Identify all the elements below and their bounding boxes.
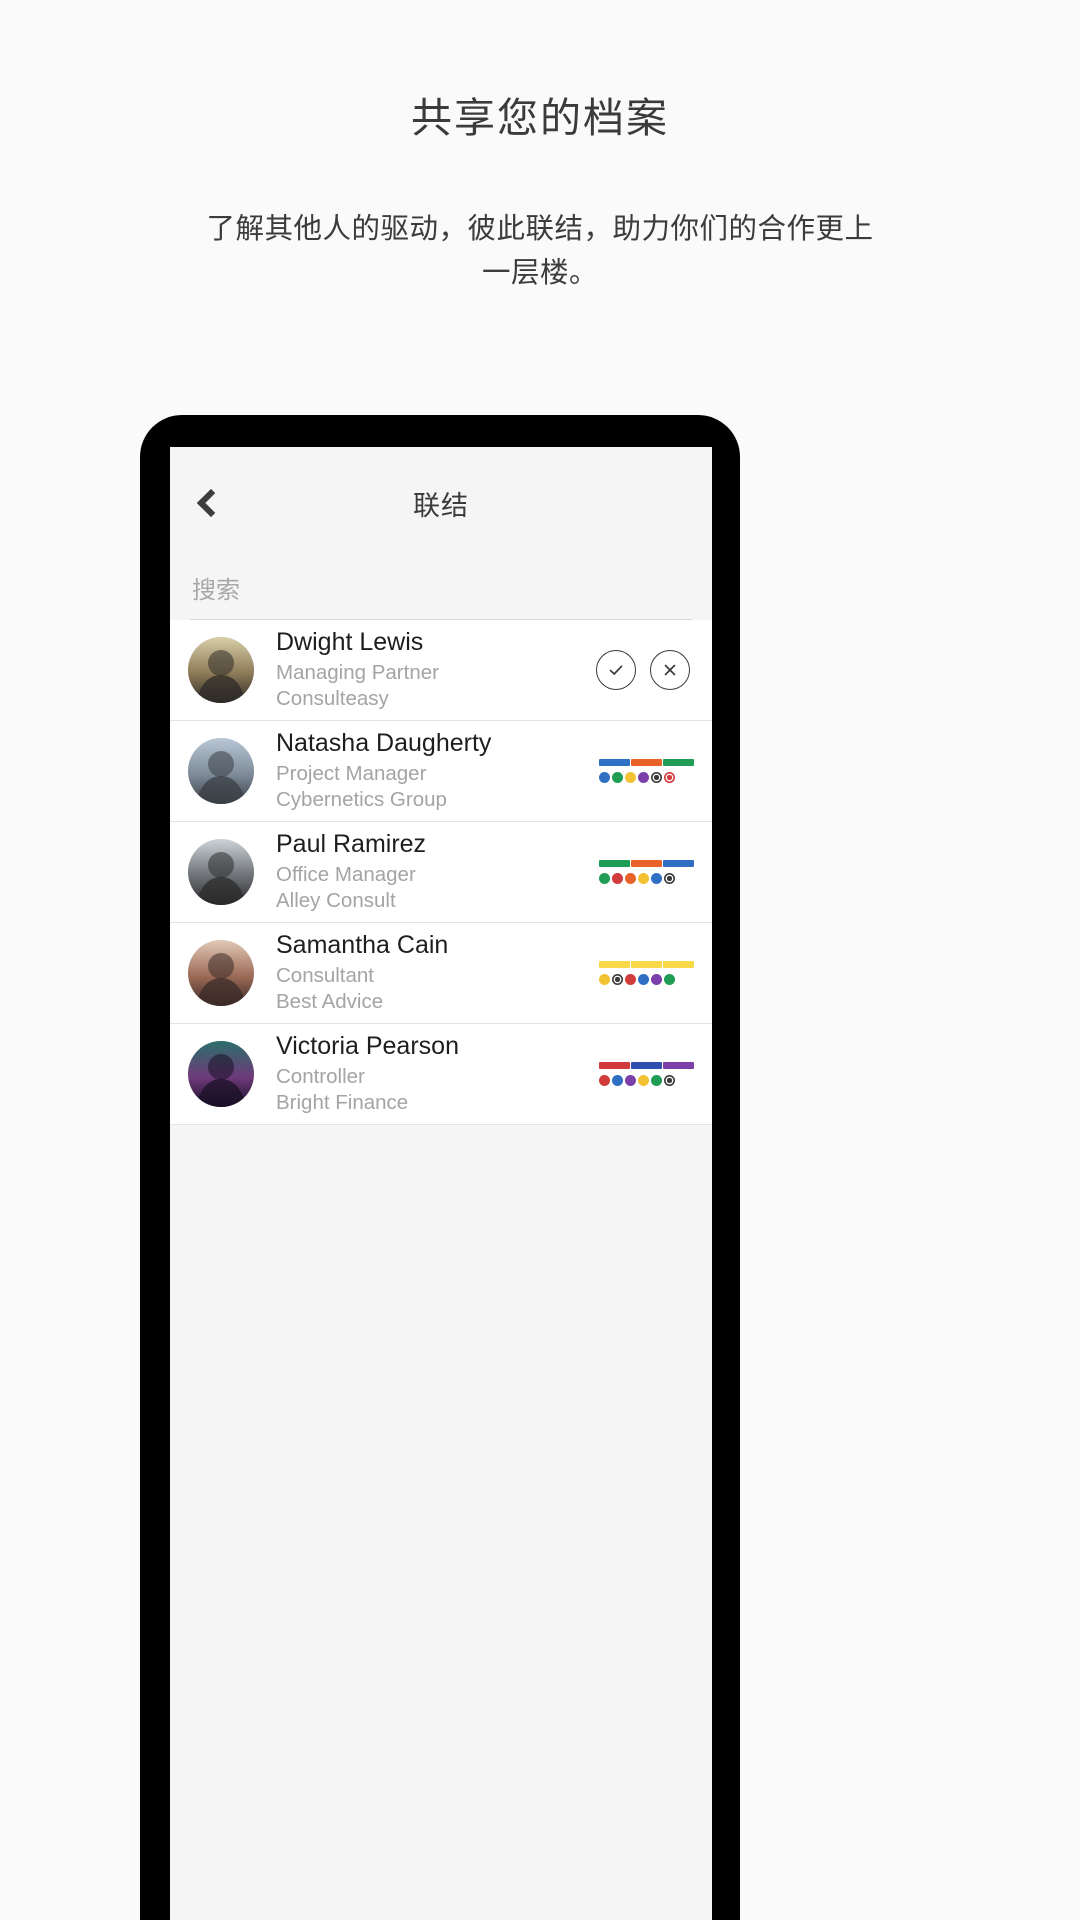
profile-dot: [664, 1075, 675, 1086]
list-empty-area: [170, 1125, 712, 1765]
profile-bars: [599, 1062, 695, 1069]
profile-dots: [599, 772, 694, 783]
profile-bar: [599, 860, 630, 867]
table-row[interactable]: Natasha Daugherty Project Manager Cybernet…: [170, 721, 712, 822]
profile-dot: [625, 772, 636, 783]
profile-bar: [631, 860, 662, 867]
profile-bar: [599, 961, 630, 968]
profile-dot: [651, 772, 662, 783]
avatar: [188, 940, 254, 1006]
profile-dot: [612, 1075, 623, 1086]
search-container: [170, 559, 712, 620]
promo-header: 共享您的档案 了解其他人的驱动，彼此联结，助力你们的合作更上一层楼。: [0, 0, 1080, 296]
avatar: [188, 637, 254, 703]
profile-dot: [599, 873, 610, 884]
contact-name: Natasha Daugherty: [276, 729, 492, 758]
contact-name: Victoria Pearson: [276, 1032, 459, 1061]
contact-info: Samantha Cain Consultant Best Advice: [254, 931, 599, 1015]
contact-info: Victoria Pearson Controller Bright Finance: [254, 1032, 599, 1116]
row-actions: [596, 650, 694, 690]
profile-dot: [638, 974, 649, 985]
contact-info: Natasha Daugherty Project Manager Cybernet…: [254, 729, 599, 813]
search-input[interactable]: [190, 573, 692, 620]
avatar: [188, 839, 254, 905]
contact-role: Office Manager: [276, 862, 416, 886]
table-row[interactable]: Samantha Cain Consultant Best Advice: [170, 923, 712, 1024]
profile-dot: [612, 974, 623, 985]
profile-bar: [631, 759, 662, 766]
profile-bars: [599, 759, 695, 766]
reject-button[interactable]: [650, 650, 690, 690]
contact-role: Controller: [276, 1064, 365, 1088]
page-title: 共享您的档案: [411, 95, 669, 141]
page-subtitle: 了解其他人的驱动，彼此联结，助力你们的合作更上一层楼。: [195, 207, 885, 295]
page-subtitle-line1: 了解其他人的驱动，彼此联结，助力你们的合作: [206, 213, 816, 246]
profile-dot: [638, 873, 649, 884]
profile-dot: [612, 772, 623, 783]
contact-name: Dwight Lewis: [276, 628, 424, 657]
profile-bar: [663, 860, 695, 867]
profile-dot: [664, 974, 675, 985]
phone-mockup: 联结 Dwight Lewis Managing Partner Consultea…: [140, 415, 740, 1920]
contact-name: Paul Ramirez: [276, 830, 427, 859]
chevron-left-icon: [196, 488, 226, 518]
profile-dot: [664, 772, 675, 783]
back-button[interactable]: [180, 475, 236, 531]
table-row[interactable]: Dwight Lewis Managing Partner Consulteasy: [170, 620, 712, 721]
contact-name: Samantha Cain: [276, 931, 449, 960]
profile-bars: [599, 860, 695, 867]
contact-company: Cybernetics Group: [276, 788, 447, 812]
avatar: [188, 738, 254, 804]
profile-dots: [599, 873, 694, 884]
profile-dot: [651, 1075, 662, 1086]
contact-role: Managing Partner: [276, 660, 439, 684]
profile-dot: [625, 1075, 636, 1086]
promo-page: 共享您的档案 了解其他人的驱动，彼此联结，助力你们的合作更上一层楼。 联结 Dw…: [0, 0, 1080, 1920]
check-icon: [609, 665, 623, 675]
profile-dot: [638, 1075, 649, 1086]
contact-role: Consultant: [276, 963, 375, 987]
profile-dot: [599, 1075, 610, 1086]
profile-dot: [651, 974, 662, 985]
profile-color-strip: [599, 1062, 695, 1086]
contact-company: Consulteasy: [276, 687, 389, 711]
profile-dot: [625, 974, 636, 985]
profile-dot: [599, 772, 610, 783]
avatar: [188, 1041, 254, 1107]
profile-bar: [663, 759, 695, 766]
profile-color-strip: [599, 961, 695, 985]
contact-company: Alley Consult: [276, 889, 396, 913]
profile-dots: [599, 974, 694, 985]
profile-bar: [599, 759, 630, 766]
profile-dot: [651, 873, 662, 884]
contact-list: Dwight Lewis Managing Partner Consulteasy N…: [170, 620, 712, 1125]
profile-dot: [599, 974, 610, 985]
profile-dot: [638, 772, 649, 783]
profile-bar: [631, 1062, 662, 1069]
profile-bar: [663, 961, 695, 968]
contact-company: Best Advice: [276, 990, 384, 1014]
profile-bar: [631, 961, 662, 968]
close-icon: [664, 664, 676, 676]
profile-bar: [599, 1062, 630, 1069]
app-bar: 联结: [170, 447, 712, 559]
profile-color-strip: [599, 860, 695, 884]
contact-info: Paul Ramirez Office Manager Alley Consult: [254, 830, 599, 914]
profile-bars: [599, 961, 695, 968]
contact-role: Project Manager: [276, 761, 427, 785]
contact-company: Bright Finance: [276, 1091, 409, 1115]
profile-dot: [612, 873, 623, 884]
phone-screen: 联结 Dwight Lewis Managing Partner Consultea…: [170, 447, 712, 1920]
profile-dot: [664, 873, 675, 884]
app-bar-title: 联结: [413, 490, 469, 521]
profile-bar: [663, 1062, 695, 1069]
contact-info: Dwight Lewis Managing Partner Consulteasy: [254, 628, 596, 712]
accept-button[interactable]: [596, 650, 636, 690]
profile-color-strip: [599, 759, 695, 783]
table-row[interactable]: Victoria Pearson Controller Bright Finance: [170, 1024, 712, 1125]
table-row[interactable]: Paul Ramirez Office Manager Alley Consult: [170, 822, 712, 923]
profile-dot: [625, 873, 636, 884]
profile-dots: [599, 1075, 694, 1086]
